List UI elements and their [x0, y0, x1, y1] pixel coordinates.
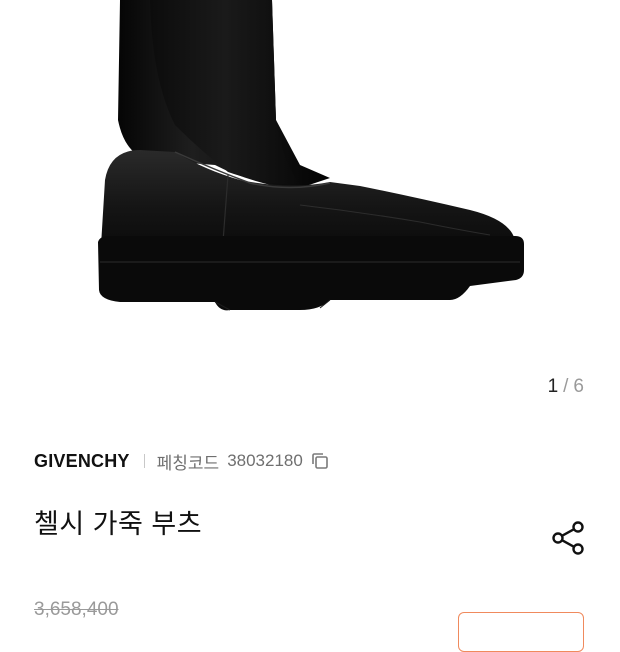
- meta-divider: [143, 454, 145, 468]
- original-price: 3,658,400: [34, 599, 119, 620]
- image-counter-total: 6: [573, 376, 584, 397]
- product-code-value: 38032180: [227, 451, 303, 470]
- image-counter-current: 1: [547, 376, 559, 397]
- copy-icon: [312, 453, 328, 469]
- image-counter-separator: /: [563, 376, 569, 397]
- copy-code-button[interactable]: [309, 450, 331, 472]
- share-button[interactable]: [548, 519, 588, 559]
- brand-name[interactable]: GIVENCHY: [34, 451, 130, 472]
- product-meta-row: GIVENCHY 페칭코드 38032180: [34, 449, 331, 473]
- share-icon: [552, 521, 584, 555]
- product-title: 첼시 가죽 부츠: [34, 509, 203, 539]
- image-counter: 1/6: [548, 376, 584, 398]
- product-code-label: 페칭코드: [156, 453, 220, 473]
- action-button[interactable]: [458, 612, 584, 652]
- product-image: [98, 0, 524, 311]
- product-image-gallery[interactable]: [0, 0, 620, 362]
